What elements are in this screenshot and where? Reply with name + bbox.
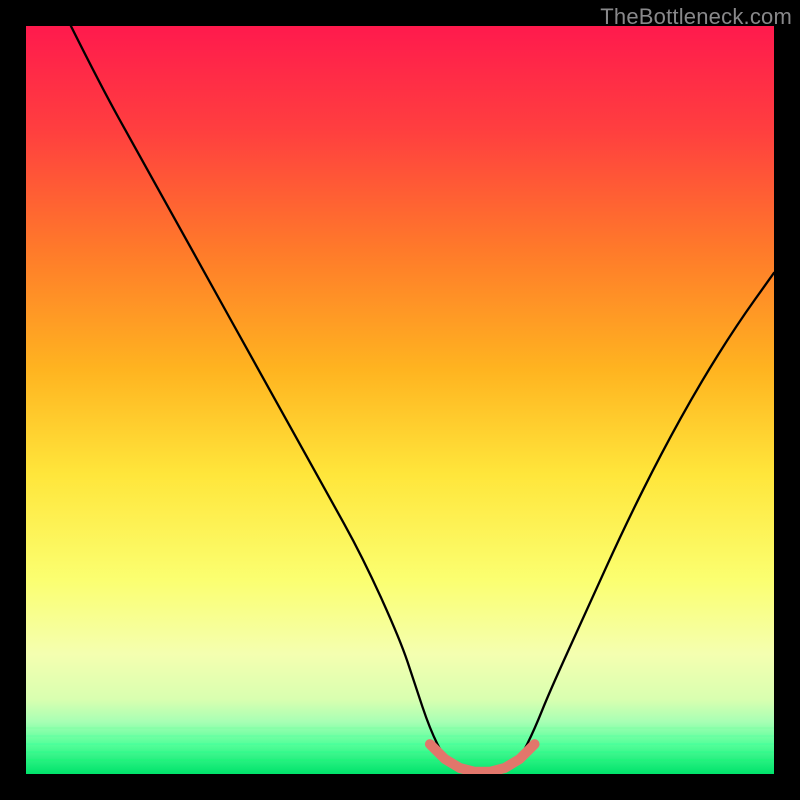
chart-frame: [26, 26, 774, 774]
bottleneck-chart: [26, 26, 774, 774]
gradient-background: [26, 26, 774, 774]
watermark-text: TheBottleneck.com: [600, 4, 792, 30]
